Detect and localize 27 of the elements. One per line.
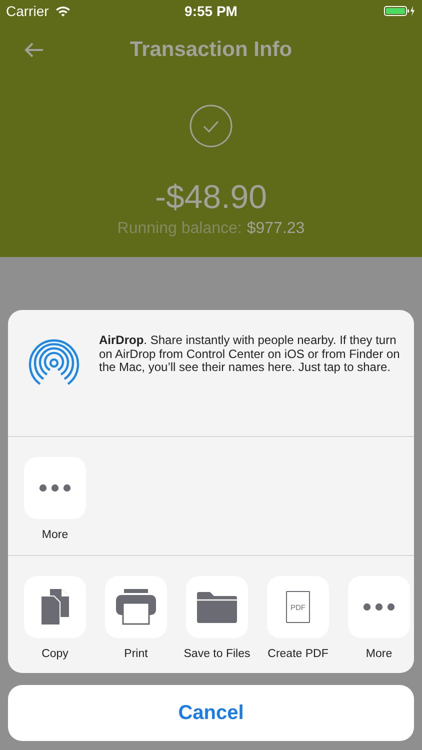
action-button[interactable] <box>105 576 167 638</box>
cancel-button[interactable]: Cancel <box>8 685 414 741</box>
folder-icon <box>197 591 237 623</box>
balance-value: $977.23 <box>246 220 305 238</box>
action-button[interactable] <box>348 576 410 638</box>
action-label: Copy <box>42 648 68 660</box>
ellipsis-icon <box>39 484 71 492</box>
action-button[interactable] <box>24 576 86 638</box>
action-button[interactable] <box>186 576 248 638</box>
wifi-icon <box>54 5 71 17</box>
action-label: More <box>366 648 392 660</box>
status-time: 9:55 PM <box>184 3 238 19</box>
more-button[interactable] <box>24 457 86 519</box>
action-label: Create PDF <box>268 648 328 660</box>
app-label: More <box>42 529 68 541</box>
ellipsis-icon <box>363 603 395 611</box>
battery-icon <box>384 5 416 17</box>
action-label: Print <box>124 648 148 660</box>
copy-icon <box>41 589 69 625</box>
screen-title: Transaction Info <box>130 38 292 62</box>
balance-label: Running balance: <box>117 220 242 238</box>
carrier-label: Carrier <box>6 3 49 19</box>
check-circle-icon <box>189 104 233 148</box>
action-label: Save to Files <box>184 648 250 660</box>
transaction-amount: -$48.90 <box>155 178 267 216</box>
airdrop-description: AirDrop. Share instantly with people nearby. If they turn on AirDrop from Control Center on iOS or from Finder on the Mac, you’ll see their names here. Just tap to share. <box>99 334 401 374</box>
printer-icon <box>116 589 156 625</box>
